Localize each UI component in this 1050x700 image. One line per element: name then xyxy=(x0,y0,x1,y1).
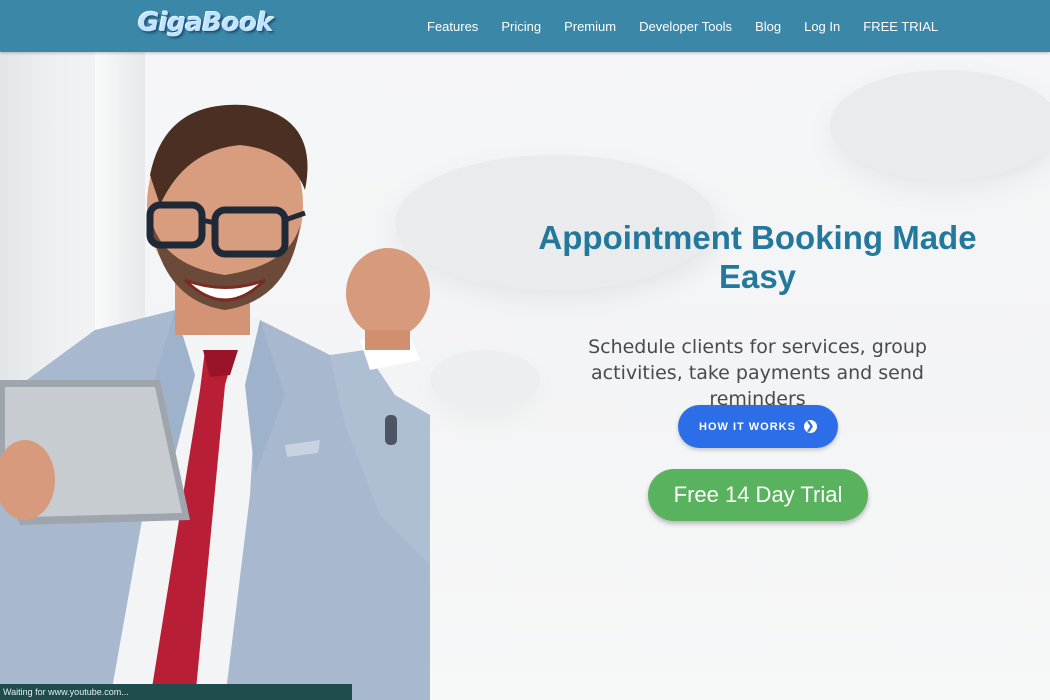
nav-free-trial[interactable]: FREE TRIAL xyxy=(863,19,938,34)
browser-status-bar: Waiting for www.youtube.com... xyxy=(0,684,352,700)
nav-premium[interactable]: Premium xyxy=(564,19,616,34)
how-it-works-label: HOW IT WORKS xyxy=(699,420,796,433)
chevron-right-circle-icon: ❯ xyxy=(803,420,817,433)
ceiling-lamp xyxy=(830,70,1050,180)
hero-headline: Appointment Booking Made Easy xyxy=(538,219,977,295)
nav-pricing[interactable]: Pricing xyxy=(501,19,541,34)
nav-log-in[interactable]: Log In xyxy=(804,19,840,34)
free-trial-button[interactable]: Free 14 Day Trial xyxy=(648,469,868,521)
top-navbar: GigaBook Features Pricing Premium Develo… xyxy=(0,0,1050,52)
main-nav: Features Pricing Premium Developer Tools… xyxy=(427,0,961,52)
hero-subheadline: Schedule clients for services, group act… xyxy=(588,336,927,410)
nav-blog[interactable]: Blog xyxy=(755,19,781,34)
ceiling-lamp xyxy=(430,350,540,410)
nav-developer-tools[interactable]: Developer Tools xyxy=(639,19,732,34)
how-it-works-button[interactable]: HOW IT WORKS ❯ xyxy=(678,405,838,448)
nav-features[interactable]: Features xyxy=(427,19,478,34)
gigabook-logo[interactable]: GigaBook xyxy=(138,8,274,38)
hero-photo-businessman xyxy=(0,104,430,700)
